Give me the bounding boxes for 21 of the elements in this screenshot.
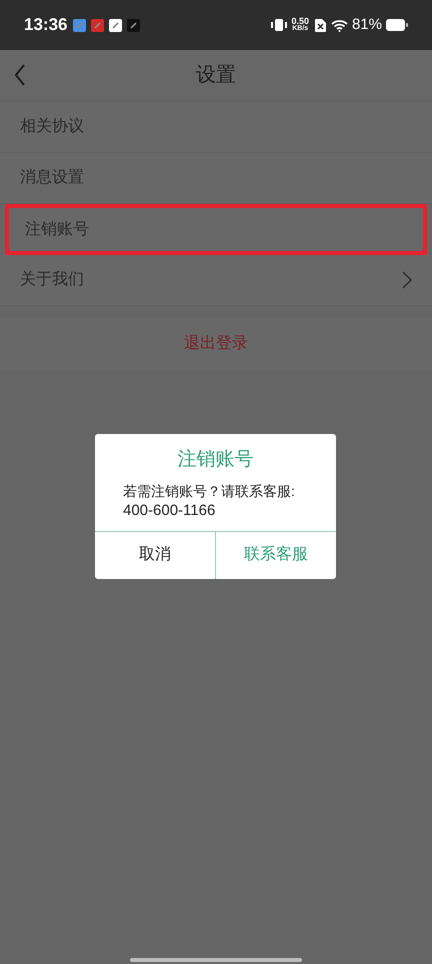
network-speed: 0.50: [291, 17, 309, 25]
settings-label: 关于我们: [20, 270, 85, 290]
settings-label: 消息设置: [20, 168, 85, 188]
settings-label: 相关协议: [20, 116, 85, 137]
back-icon: [14, 64, 26, 86]
logout-button[interactable]: 退出登录: [184, 332, 248, 356]
contact-service-button[interactable]: 联系客服: [215, 532, 336, 578]
sim-card-icon: [314, 18, 326, 32]
page-title: 设置: [196, 63, 236, 88]
phone-number: 400-600-1166: [122, 500, 216, 520]
dialog-message: 若需注销账号？请联系客服:: [122, 482, 296, 500]
dialog-title: 注销账号: [176, 448, 254, 472]
settings-label: 注销账号: [25, 220, 90, 240]
vibrate-icon: [271, 18, 288, 32]
battery-icon: [386, 19, 408, 31]
settings-item[interactable]: 注销账号: [5, 204, 427, 255]
cancel-button[interactable]: 取消: [95, 532, 215, 578]
battery-percentage: 81%: [352, 14, 382, 35]
wifi-icon: [330, 18, 348, 32]
chevron-right-icon: [402, 271, 412, 289]
clock: 13:36: [24, 14, 68, 36]
